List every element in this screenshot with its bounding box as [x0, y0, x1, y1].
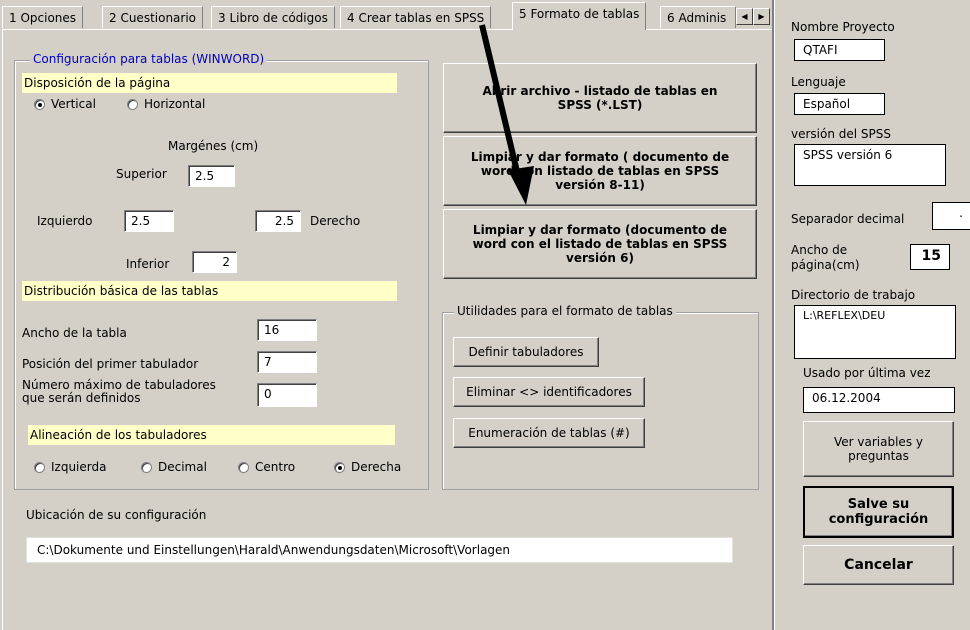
- utilities-legend: Utilidades para el formato de tablas: [454, 304, 676, 318]
- spss-version-field: SPSS versión 6: [794, 144, 946, 186]
- save-config-button[interactable]: Salve su configuración: [803, 486, 954, 538]
- radio-vertical-label: Vertical: [51, 97, 96, 111]
- pointer-arrow-icon: [479, 24, 534, 205]
- radio-derecha-label: Derecha: [351, 460, 402, 474]
- radio-decimal-label: Decimal: [158, 460, 207, 474]
- define-tabs-button[interactable]: Definir tabuladores: [453, 337, 599, 367]
- max-tabs-input[interactable]: 0: [257, 383, 317, 407]
- page-width-label: Ancho de página(cm): [791, 243, 860, 273]
- radio-vertical-icon: [34, 98, 45, 110]
- tab-scroll-right-icon[interactable]: ▶: [753, 8, 770, 25]
- max-tabs-label-line2: que serán definidos: [22, 391, 141, 405]
- last-used-field: 06.12.2004: [803, 387, 955, 413]
- page-width-label-line2: página(cm): [791, 258, 860, 272]
- language-field: Español: [794, 93, 885, 115]
- margins-label: Margénes (cm): [168, 139, 259, 153]
- radio-centro[interactable]: Centro: [238, 460, 295, 474]
- table-width-label: Ancho de la tabla: [22, 326, 127, 340]
- project-name-label: Nombre Proyecto: [791, 20, 895, 34]
- radio-decimal[interactable]: Decimal: [141, 460, 207, 474]
- radio-izquierda[interactable]: Izquierda: [34, 460, 106, 474]
- spss-version-label: versión del SPSS: [791, 127, 892, 141]
- workdir-field: L:\REFLEX\DEU: [794, 305, 956, 359]
- radio-decimal-icon: [141, 461, 152, 473]
- tab-opciones[interactable]: 1 Opciones: [2, 6, 84, 28]
- page-width-field: 15: [910, 244, 950, 270]
- decimal-separator-label: Separador decimal: [791, 212, 905, 226]
- derecho-label: Derecho: [310, 214, 361, 228]
- radio-izquierda-icon: [34, 461, 45, 473]
- radio-horizontal-label: Horizontal: [144, 97, 206, 111]
- izquierdo-input[interactable]: 2.5: [124, 210, 174, 232]
- vertical-separator: [772, 0, 775, 630]
- radio-derecha[interactable]: Derecha: [334, 460, 401, 474]
- config-location-label: Ubicación de su configuración: [26, 508, 207, 522]
- tab-libro-de-codigos[interactable]: 3 Libro de códigos: [211, 6, 335, 28]
- radio-centro-label: Centro: [255, 460, 296, 474]
- distribution-heading: Distribución básica de las tablas: [22, 281, 397, 301]
- tab-bar: 1 Opciones 2 Cuestionario 3 Libro de cód…: [0, 0, 775, 30]
- decimal-separator-field: .: [932, 202, 970, 230]
- tab-cuestionario[interactable]: 2 Cuestionario: [102, 6, 204, 28]
- clean-format-v6-button[interactable]: Limpiar y dar formato (documento de word…: [443, 209, 757, 279]
- superior-input[interactable]: 2.5: [188, 165, 235, 187]
- word-config-legend: Configuración para tablas (WINWORD): [30, 52, 268, 66]
- izquierdo-label: Izquierdo: [37, 214, 93, 228]
- derecho-input[interactable]: 2.5: [255, 210, 301, 232]
- cancel-button[interactable]: Cancelar: [803, 545, 954, 585]
- view-variables-button[interactable]: Ver variables y preguntas: [803, 421, 954, 477]
- tab-crear-tablas[interactable]: 4 Crear tablas en SPSS: [340, 6, 492, 28]
- max-tabs-label: Número máximo de tabuladores que serán d…: [22, 379, 216, 405]
- tab-adminis[interactable]: 6 Adminis: [660, 6, 736, 28]
- radio-izquierda-label: Izquierda: [51, 460, 107, 474]
- config-location-path: C:\Dokumente und Einstellungen\Harald\An…: [26, 537, 733, 563]
- table-width-input[interactable]: 16: [257, 319, 317, 341]
- remove-identifiers-button[interactable]: Eliminar <> identificadores: [453, 377, 645, 407]
- project-name-field: QTAFI: [794, 39, 885, 61]
- tab-scroll-left-icon[interactable]: ◀: [736, 8, 753, 25]
- tab-formato-de-tablas[interactable]: 5 Formato de tablas: [512, 2, 647, 30]
- radio-vertical[interactable]: Vertical: [34, 97, 96, 111]
- language-label: Lenguaje: [791, 75, 846, 89]
- workdir-label: Directorio de trabajo: [791, 288, 916, 302]
- alignment-heading: Alineación de los tabuladores: [28, 425, 395, 445]
- last-used-label: Usado por última vez: [803, 366, 931, 380]
- inferior-label: Inferior: [126, 257, 170, 271]
- radio-centro-icon: [238, 461, 249, 473]
- superior-label: Superior: [116, 167, 167, 181]
- first-tab-input[interactable]: 7: [257, 351, 317, 373]
- radio-horizontal[interactable]: Horizontal: [127, 97, 205, 111]
- inferior-input[interactable]: 2: [192, 251, 237, 273]
- page-layout-heading: Disposición de la página: [22, 73, 397, 93]
- first-tab-label: Posición del primer tabulador: [22, 357, 199, 371]
- radio-derecha-icon: [334, 461, 345, 473]
- page-width-label-line1: Ancho de: [791, 243, 848, 257]
- radio-horizontal-icon: [127, 98, 138, 110]
- enumerate-tables-button[interactable]: Enumeración de tablas (#): [453, 418, 645, 448]
